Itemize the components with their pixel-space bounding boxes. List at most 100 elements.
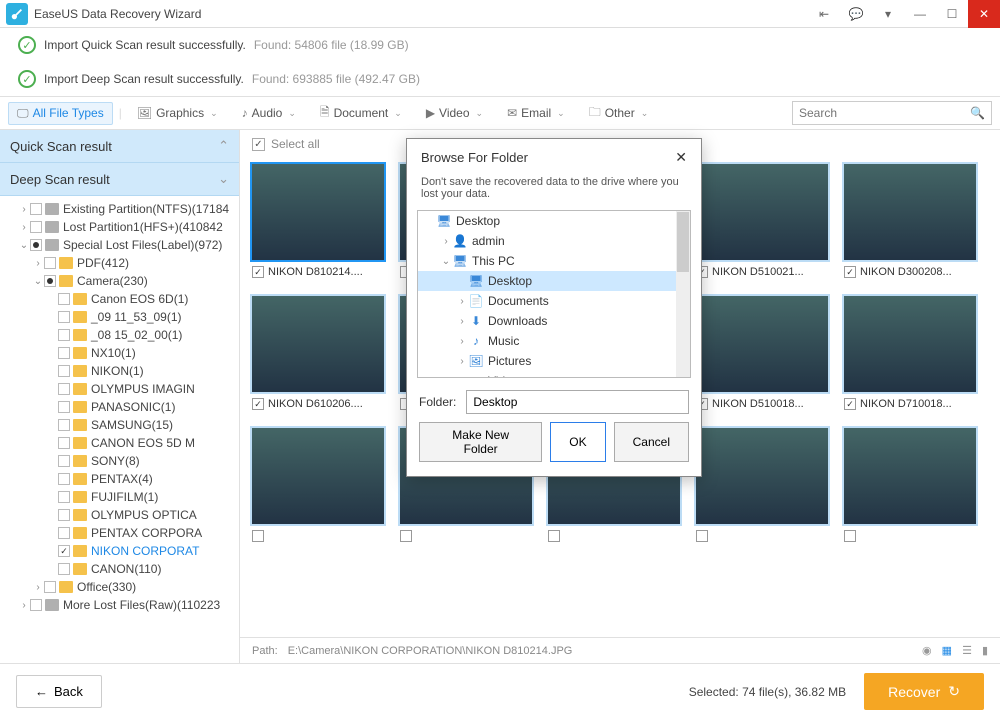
tree-row[interactable]: ›Existing Partition(NTFS)(17184 [4,200,239,218]
tree-checkbox[interactable] [30,203,42,215]
thumbnail[interactable]: NIKON D300208... [842,162,978,282]
dialog-tree-row[interactable]: 🖥Desktop [418,211,690,231]
tree-row[interactable]: ›Office(330) [4,578,239,596]
tree-checkbox[interactable] [58,473,70,485]
feedback-icon[interactable]: 💬 [840,0,872,28]
tree-row[interactable]: ›Lost Partition1(HFS+)(410842 [4,218,239,236]
dialog-tree-row[interactable]: ›⬇Downloads [418,311,690,331]
thumb-checkbox[interactable] [844,398,856,410]
tree-row[interactable]: ⌄Camera(230) [4,272,239,290]
dialog-tree-row[interactable]: ⌄🖥This PC [418,251,690,271]
tree-checkbox[interactable] [58,545,70,557]
make-new-folder-button[interactable]: Make New Folder [419,422,542,462]
dialog-tree-row[interactable]: ›📄Documents [418,291,690,311]
thumbnail[interactable]: NIKON D810214.... [250,162,386,282]
search-box[interactable]: 🔍 [792,101,992,125]
close-button[interactable]: ✕ [968,0,1000,28]
filter-all-file-types[interactable]: 🖵 All File Types [8,102,113,125]
thumb-checkbox[interactable] [548,530,560,542]
thumbnail[interactable]: NIKON D510018... [694,294,830,414]
preview-view-icon[interactable]: ◉ [922,644,932,657]
tree-checkbox[interactable] [58,365,70,377]
maximize-button[interactable]: ☐ [936,0,968,28]
tree-checkbox[interactable] [58,383,70,395]
scrollbar-vertical[interactable] [676,211,690,377]
tree-checkbox[interactable] [44,275,56,287]
tree-checkbox[interactable] [58,293,70,305]
thumbnail[interactable]: NIKON D510021... [694,162,830,282]
tree-row[interactable]: SONY(8) [4,452,239,470]
tree-row[interactable]: FUJIFILM(1) [4,488,239,506]
expand-icon[interactable]: › [440,236,452,247]
tree-row[interactable]: SAMSUNG(15) [4,416,239,434]
dialog-tree-row[interactable]: ›♪Music [418,331,690,351]
thumb-checkbox[interactable] [252,530,264,542]
tree-row[interactable]: NX10(1) [4,344,239,362]
thumb-image[interactable] [250,294,386,394]
tree-row[interactable]: _08 15_02_00(1) [4,326,239,344]
expand-icon[interactable]: › [456,316,468,327]
tree-checkbox[interactable] [58,527,70,539]
search-input[interactable] [799,106,970,120]
thumb-image[interactable] [842,426,978,526]
thumbnail[interactable]: NIKON D710018... [842,294,978,414]
grid-view-icon[interactable]: ▦ [942,644,952,657]
thumb-image[interactable] [842,294,978,394]
dialog-tree-row[interactable]: 🖥Desktop [418,271,690,291]
tree-row[interactable]: OLYMPUS OPTICA [4,506,239,524]
filter-email[interactable]: ✉Email⌄ [498,102,574,124]
thumb-checkbox[interactable] [252,266,264,278]
tree-checkbox[interactable] [58,563,70,575]
menu-icon[interactable]: ▾ [872,0,904,28]
tree-checkbox[interactable] [30,599,42,611]
thumbnail[interactable] [694,426,830,546]
expand-icon[interactable]: › [456,376,468,379]
thumb-image[interactable] [694,162,830,262]
recover-button[interactable]: Recover ↻ [864,673,984,710]
expand-icon[interactable]: › [18,204,30,215]
thumb-image[interactable] [694,426,830,526]
detail-view-icon[interactable]: ▮ [982,644,988,657]
expand-icon[interactable]: ⌄ [32,276,44,287]
tree-checkbox[interactable] [58,329,70,341]
tree-checkbox[interactable] [58,491,70,503]
tree-checkbox[interactable] [44,581,56,593]
tree-row[interactable]: OLYMPUS IMAGIN [4,380,239,398]
filter-document[interactable]: 🗎Document⌄ [311,99,411,128]
tree-checkbox[interactable] [30,239,42,251]
dialog-tree-row[interactable]: ›▣Videos [418,371,690,378]
select-all-checkbox[interactable]: ✓ [252,138,265,151]
folder-tree[interactable]: ›Existing Partition(NTFS)(17184›Lost Par… [0,196,239,663]
thumb-checkbox[interactable] [400,530,412,542]
expand-icon[interactable]: › [18,600,30,611]
ok-button[interactable]: OK [550,422,605,462]
thumbnail[interactable]: NIKON D610206.... [250,294,386,414]
tree-row[interactable]: PENTAX CORPORA [4,524,239,542]
dialog-folder-tree[interactable]: 🖥Desktop›👤admin⌄🖥This PC🖥Desktop›📄Docume… [417,210,691,378]
tree-row[interactable]: CANON EOS 5D M [4,434,239,452]
tree-checkbox[interactable] [58,347,70,359]
tree-checkbox[interactable] [58,455,70,467]
expand-icon[interactable]: › [456,356,468,367]
deep-scan-header[interactable]: Deep Scan result ⌄ [0,163,239,196]
filter-audio[interactable]: ♪Audio⌄ [233,102,305,124]
tree-row[interactable]: ›More Lost Files(Raw)(110223 [4,596,239,614]
filter-other[interactable]: 🗀Other⌄ [580,99,658,128]
thumb-image[interactable] [842,162,978,262]
thumb-image[interactable] [250,162,386,262]
tree-checkbox[interactable] [58,401,70,413]
tree-row[interactable]: Canon EOS 6D(1) [4,290,239,308]
thumb-checkbox[interactable] [844,530,856,542]
tree-checkbox[interactable] [58,419,70,431]
tree-row[interactable]: PENTAX(4) [4,470,239,488]
tree-row[interactable]: NIKON CORPORAT [4,542,239,560]
thumb-image[interactable] [694,294,830,394]
cancel-button[interactable]: Cancel [614,422,689,462]
expand-icon[interactable]: › [456,336,468,347]
thumb-image[interactable] [250,426,386,526]
tree-checkbox[interactable] [44,257,56,269]
tree-row[interactable]: PANASONIC(1) [4,398,239,416]
thumb-checkbox[interactable] [696,530,708,542]
tree-checkbox[interactable] [30,221,42,233]
thumbnail[interactable] [250,426,386,546]
